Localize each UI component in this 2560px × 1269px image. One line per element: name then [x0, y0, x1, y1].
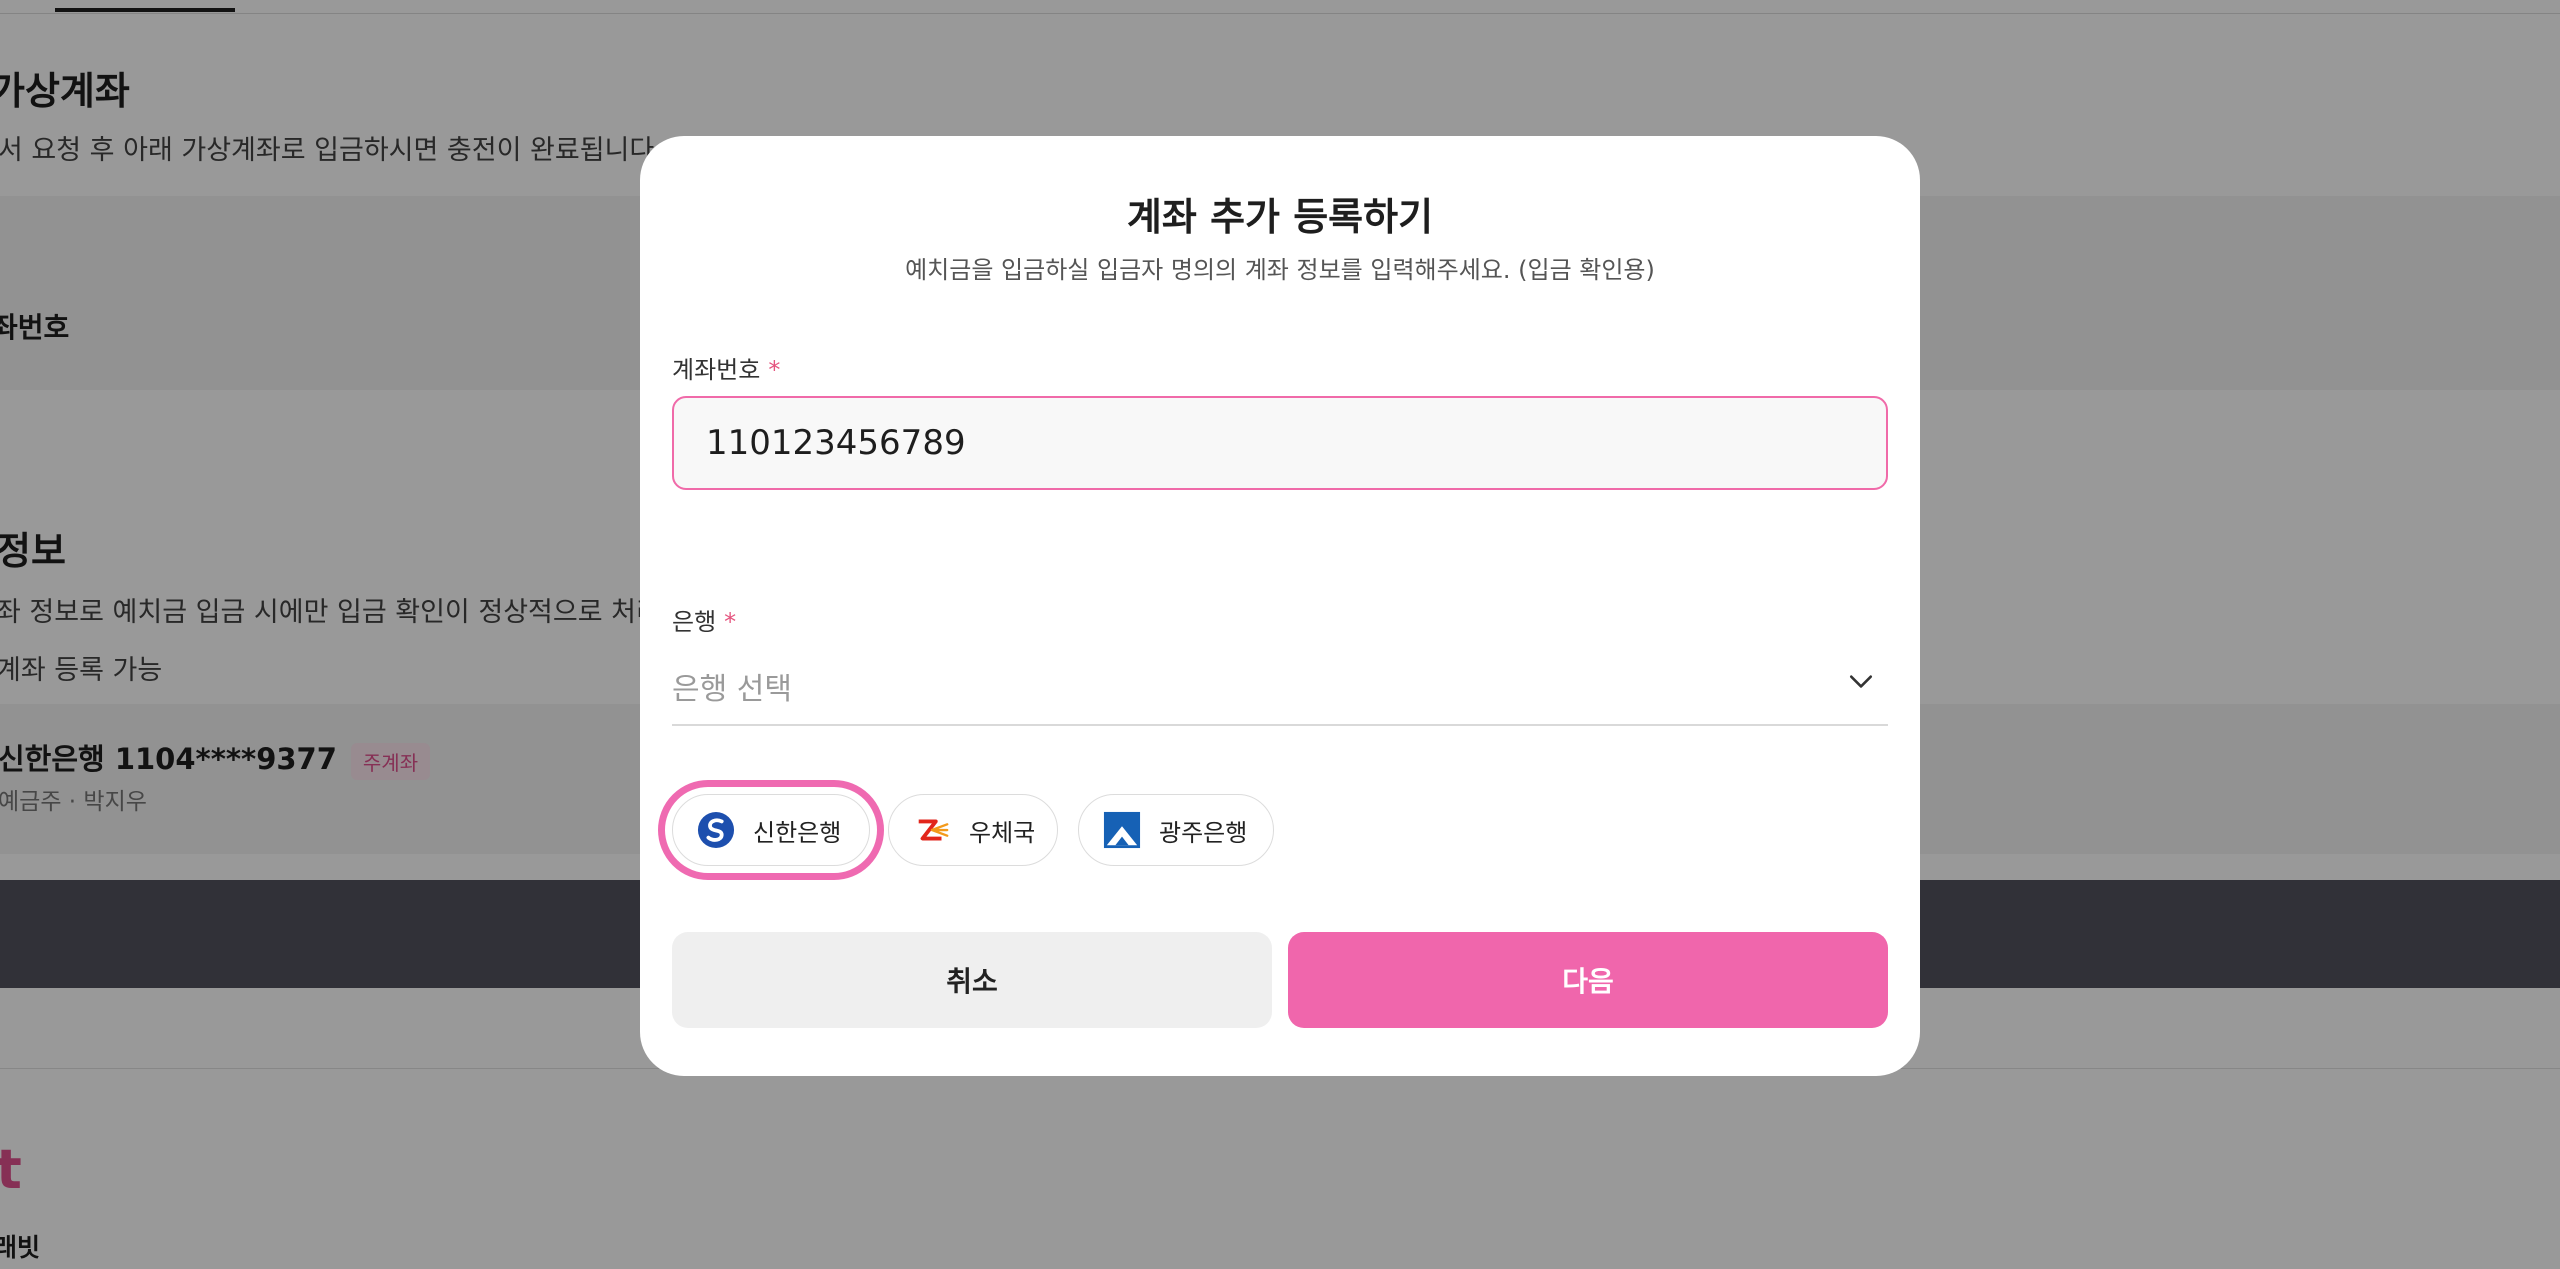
bank-select-placeholder: 은행 선택 — [672, 672, 792, 707]
bank-label-text: 은행 — [672, 608, 717, 636]
account-number-label-text: 계좌번호 — [672, 356, 761, 384]
required-mark: * — [724, 608, 737, 636]
bank-chip-label: 광주은행 — [1159, 818, 1248, 847]
bank-chip-label: 신한은행 — [753, 818, 842, 847]
cancel-button[interactable]: 취소 — [672, 932, 1272, 1028]
bank-select-dropdown[interactable]: 은행 선택 — [672, 646, 1888, 726]
modal-title: 계좌 추가 등록하기 — [1126, 195, 1434, 239]
bank-chip-post-office[interactable]: 우체국 — [888, 794, 1058, 866]
bank-chip-gwangju[interactable]: 광주은행 — [1078, 794, 1274, 866]
account-number-field-label: 계좌번호 * — [672, 350, 780, 385]
chevron-down-icon — [1849, 675, 1873, 688]
bank-chip-label: 우체국 — [969, 818, 1036, 847]
bank-field-label: 은행 * — [672, 602, 736, 637]
gwangju-bank-logo-icon — [1103, 811, 1141, 849]
required-mark: * — [768, 356, 781, 384]
add-account-modal: 계좌 추가 등록하기 예치금을 입금하실 입금자 명의의 계좌 정보를 입력해주… — [640, 136, 1920, 1076]
post-office-logo-icon — [918, 819, 949, 841]
bank-chip-shinhan[interactable]: 신한은행 — [672, 794, 870, 866]
modal-subtitle: 예치금을 입금하실 입금자 명의의 계좌 정보를 입력해주세요. (입금 확인용… — [905, 256, 1655, 284]
next-button[interactable]: 다음 — [1288, 932, 1888, 1028]
account-number-input[interactable] — [672, 396, 1888, 490]
shinhan-logo-icon — [697, 811, 735, 849]
